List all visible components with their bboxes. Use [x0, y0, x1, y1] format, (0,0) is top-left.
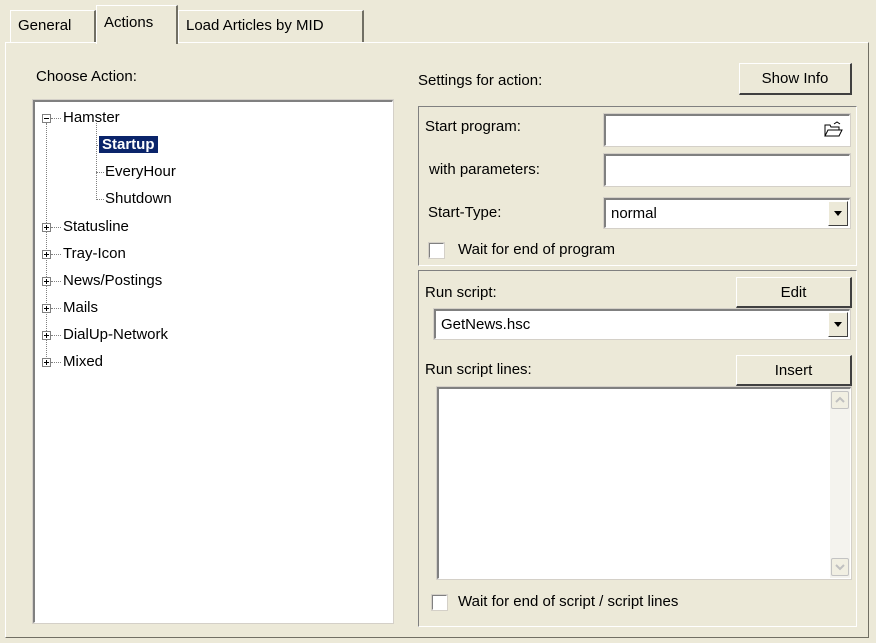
- expand-icon[interactable]: [42, 223, 51, 232]
- start-program-field[interactable]: [603, 113, 851, 147]
- run-script-label: Run script:: [425, 284, 497, 301]
- expand-icon[interactable]: [42, 331, 51, 340]
- start-type-select[interactable]: normal: [603, 197, 851, 229]
- tab-actions[interactable]: Actions: [96, 5, 178, 44]
- tab-label: Load Articles by MID: [186, 17, 324, 34]
- insert-button[interactable]: Insert: [736, 355, 852, 386]
- start-type-label: Start-Type:: [428, 204, 502, 221]
- arrow-down-icon[interactable]: [831, 558, 849, 576]
- tree-item-shutdown[interactable]: Shutdown: [105, 189, 172, 209]
- wait-script-label: Wait for end of script / script lines: [458, 593, 679, 610]
- folder-open-icon[interactable]: [823, 121, 843, 139]
- parameters-field[interactable]: [603, 153, 851, 187]
- expand-icon[interactable]: [42, 304, 51, 313]
- expand-icon[interactable]: [42, 358, 51, 367]
- scrollbar[interactable]: [830, 389, 850, 578]
- edit-button[interactable]: Edit: [736, 277, 852, 308]
- tab-general[interactable]: General: [10, 10, 96, 42]
- tab-load-articles[interactable]: Load Articles by MID: [178, 10, 364, 42]
- tab-label: General: [18, 17, 72, 34]
- tree-item-news-postings[interactable]: News/Postings: [63, 271, 162, 291]
- tab-label: Actions: [104, 14, 154, 31]
- chevron-down-icon[interactable]: [828, 312, 848, 337]
- tab-strip: General Actions Load Articles by MID: [0, 0, 876, 44]
- run-script-lines-label: Run script lines:: [425, 361, 532, 378]
- tree-item-startup[interactable]: Startup: [99, 135, 158, 155]
- tree-item-statusline[interactable]: Statusline: [63, 217, 129, 237]
- show-info-button[interactable]: Show Info: [739, 63, 852, 95]
- collapse-icon[interactable]: [42, 114, 51, 123]
- script-lines-textarea[interactable]: [436, 386, 852, 580]
- wait-program-checkbox[interactable]: [428, 242, 445, 259]
- tree-item-hamster[interactable]: Hamster: [63, 108, 120, 128]
- expand-icon[interactable]: [42, 277, 51, 286]
- tree-item-label: Startup: [99, 136, 158, 153]
- choose-action-label: Choose Action:: [36, 68, 137, 85]
- start-program-label: Start program:: [425, 118, 521, 135]
- arrow-up-icon[interactable]: [831, 391, 849, 409]
- wait-script-checkbox[interactable]: [431, 594, 448, 611]
- tree-item-mixed[interactable]: Mixed: [63, 352, 103, 372]
- tree-item-everyhour[interactable]: EveryHour: [105, 162, 176, 182]
- settings-label: Settings for action:: [418, 72, 543, 89]
- action-tree[interactable]: Hamster Startup EveryHour Shutdown Statu…: [32, 99, 394, 624]
- with-parameters-label: with parameters:: [429, 161, 540, 178]
- tree-item-dialup-network[interactable]: DialUp-Network: [63, 325, 168, 345]
- tree-item-mails[interactable]: Mails: [63, 298, 98, 318]
- run-script-select[interactable]: GetNews.hsc: [433, 308, 851, 340]
- wait-program-label: Wait for end of program: [458, 241, 616, 258]
- tree-item-tray-icon[interactable]: Tray-Icon: [63, 244, 126, 264]
- expand-icon[interactable]: [42, 250, 51, 259]
- chevron-down-icon[interactable]: [828, 201, 848, 226]
